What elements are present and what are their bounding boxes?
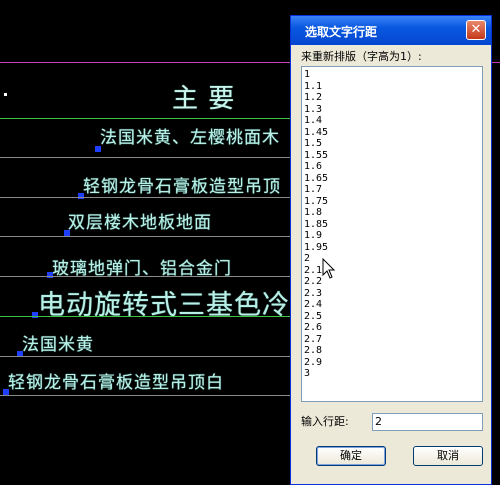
gray-line-6 [0,395,290,396]
list-label: 来重新排版（字高为1）: [301,50,422,63]
cad-text-line-7: 轻钢龙骨石膏板造型吊顶白 [8,373,224,393]
list-item[interactable]: 1.1 [302,81,482,93]
input-label: 输入行距: [301,415,349,428]
list-item[interactable]: 1.8 [302,207,482,219]
cancel-button[interactable]: 取消 [413,446,483,466]
grip-4[interactable] [47,272,53,278]
list-item[interactable]: 2.4 [302,299,482,311]
list-item[interactable]: 1.95 [302,242,482,254]
cad-text-line-2: 轻钢龙骨石膏板造型吊顶 [83,177,281,197]
grip-1[interactable] [95,146,101,152]
list-item[interactable]: 2.7 [302,334,482,346]
list-item[interactable]: 1.5 [302,138,482,150]
list-item[interactable]: 1.55 [302,150,482,162]
gray-line-3 [0,236,290,237]
mouse-pointer-icon [322,258,336,279]
list-item[interactable]: 2.3 [302,288,482,300]
list-item[interactable]: 1.45 [302,127,482,139]
cad-text-line-3: 双层楼木地板地面 [68,213,212,233]
cad-text-line-6: 法国米黄 [22,335,94,355]
gray-line-1 [0,157,290,158]
line-spacing-dialog: 选取文字行距 ✕ 来重新排版（字高为1）: 1 1.1 1.2 1.3 1.4 1.45 1… [290,15,492,485]
green-line [0,118,290,119]
gray-line-2 [0,197,290,198]
list-item[interactable]: 1.75 [302,196,482,208]
ok-button[interactable]: 确定 [316,446,386,466]
grip-5[interactable] [32,312,38,318]
cad-text-line-1: 法国米黄、左樱桃面木 [100,128,280,148]
list-item[interactable]: 1 [302,69,482,81]
spacing-listbox[interactable]: 1 1.1 1.2 1.3 1.4 1.45 1.5 1.55 1.6 1.65 1.7 1.75 1.… [301,66,483,402]
list-item[interactable]: 2.5 [302,311,482,323]
gray-line-4 [0,276,290,277]
list-item[interactable]: 1.3 [302,104,482,116]
list-item[interactable]: 1.7 [302,184,482,196]
grip-2[interactable] [78,193,84,199]
list-item[interactable]: 1.9 [302,230,482,242]
list-item[interactable]: 2.6 [302,322,482,334]
list-item[interactable]: 1.2 [302,92,482,104]
close-button[interactable]: ✕ [466,20,486,40]
dialog-titlebar[interactable]: 选取文字行距 ✕ [291,16,491,45]
list-item[interactable]: 1.4 [302,115,482,127]
gray-line-5 [0,356,290,357]
line-spacing-input[interactable]: 2 [372,413,483,431]
dialog-title: 选取文字行距 [305,25,378,39]
green-line-2 [0,316,290,317]
list-item[interactable]: 2.8 [302,345,482,357]
list-item[interactable]: 3 [302,368,482,380]
crosshair-dot [4,93,7,96]
cad-title: 主 要 [172,84,236,114]
list-item[interactable]: 1.6 [302,161,482,173]
list-item[interactable]: 2.9 [302,357,482,369]
list-item[interactable]: 1.85 [302,219,482,231]
list-item[interactable]: 1.65 [302,173,482,185]
